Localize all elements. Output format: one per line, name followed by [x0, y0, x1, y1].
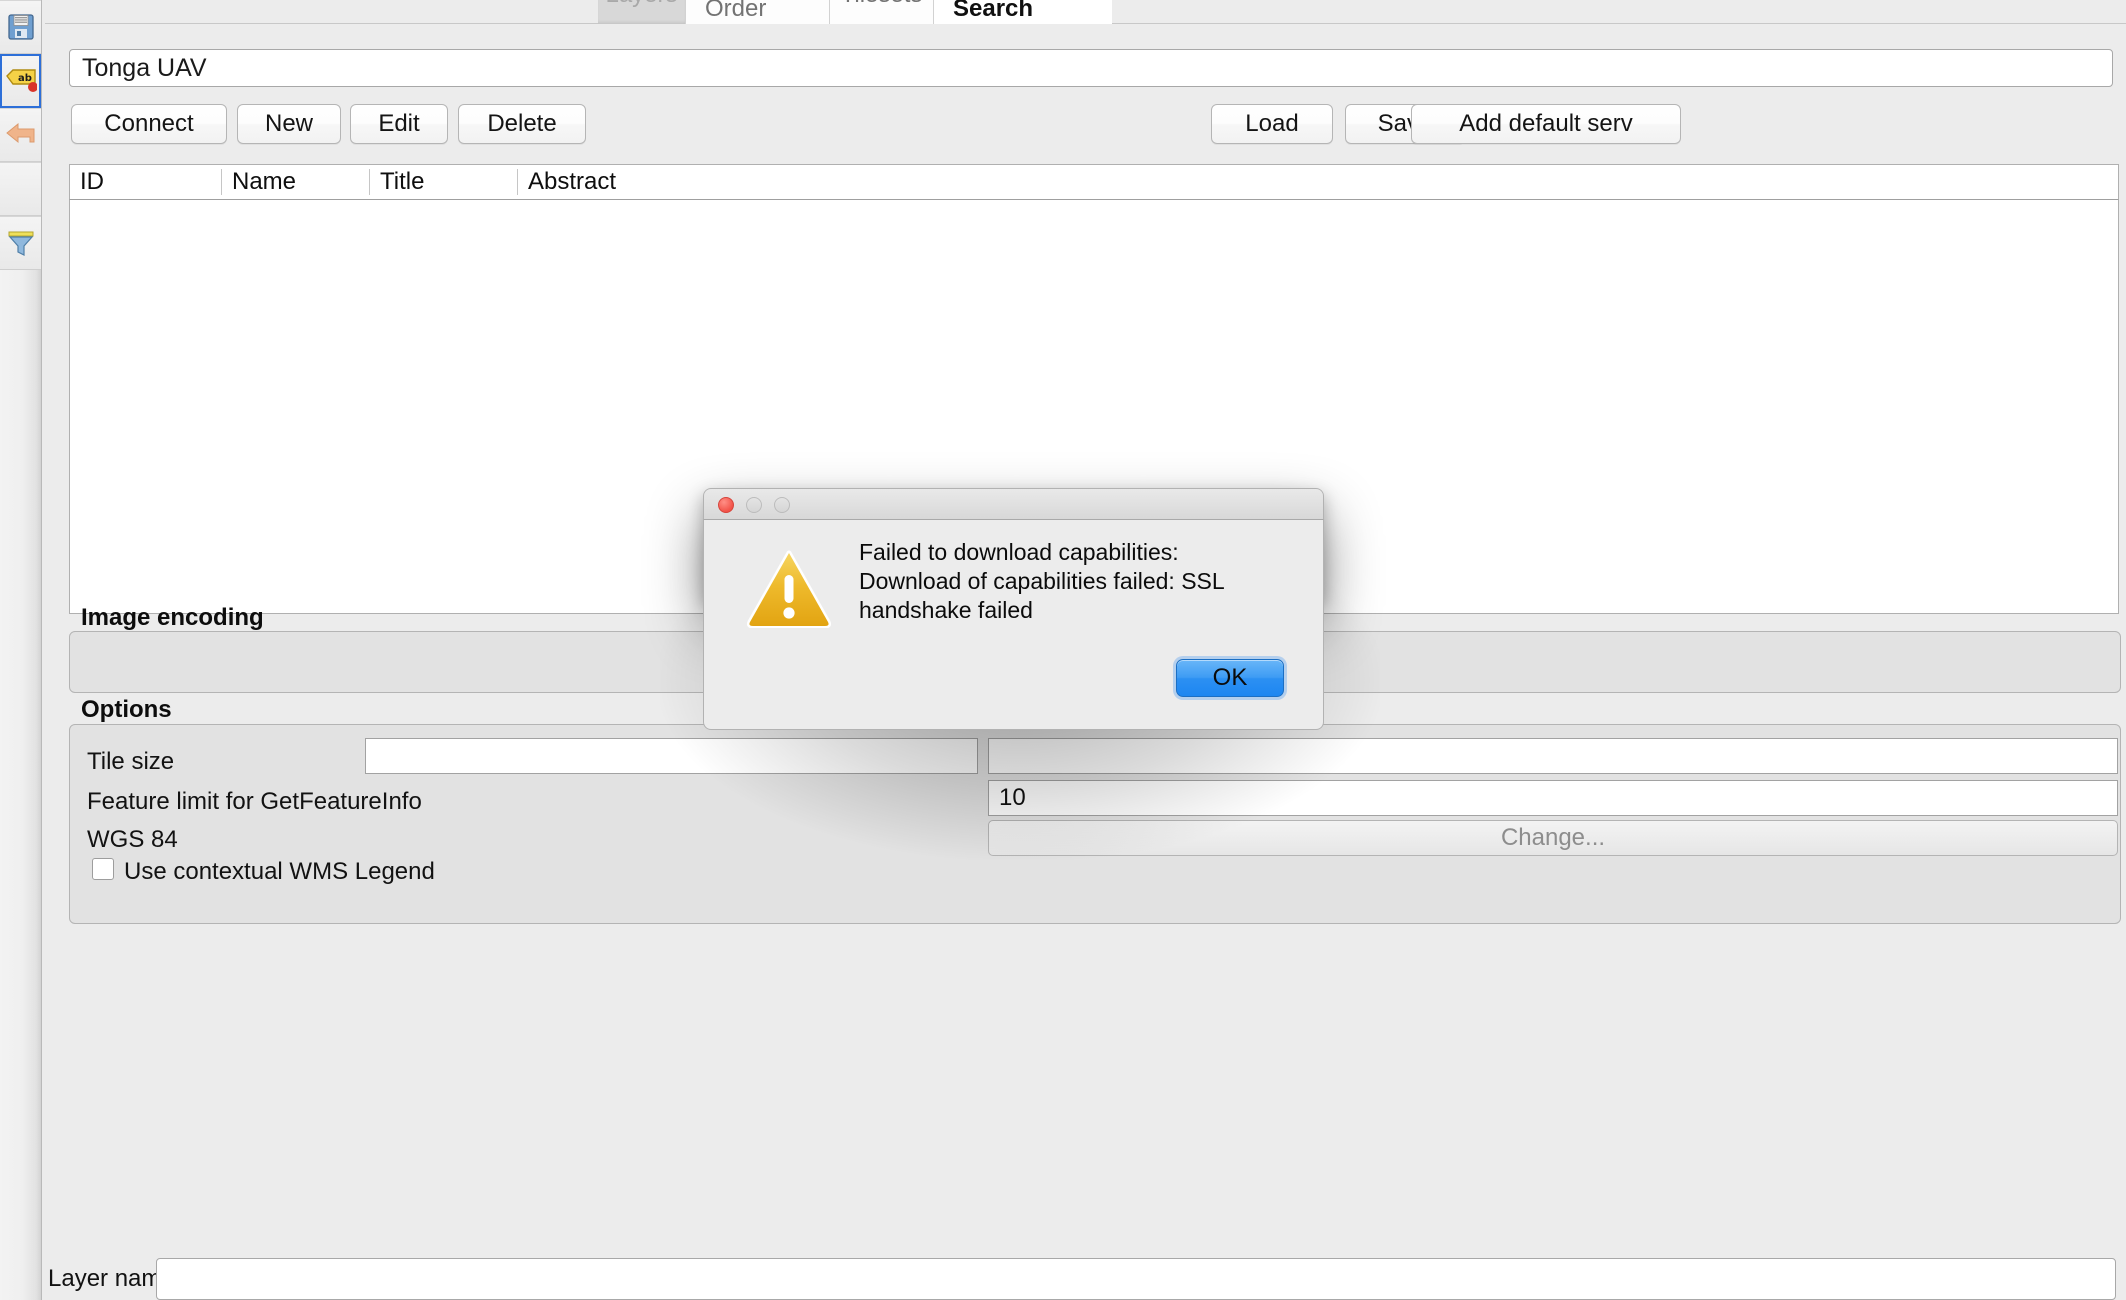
zoom-icon[interactable]	[774, 497, 790, 513]
edit-button[interactable]: Edit	[350, 104, 448, 144]
add-default-servers-label: Add default serv	[1459, 110, 1633, 137]
crs-label: WGS 84	[87, 826, 178, 853]
tab-tilesets[interactable]: Tilesets	[830, 0, 934, 24]
connection-button-row: Connect New Edit Delete Load Save Add de…	[45, 102, 2126, 154]
delete-button-label: Delete	[487, 110, 557, 137]
alert-dialog: Failed to download capabilities: Downloa…	[703, 488, 1324, 730]
tile-size-height-input[interactable]	[988, 738, 2118, 774]
new-button[interactable]: New	[237, 104, 341, 144]
tab-server-search-label: Server Search	[953, 0, 1034, 22]
use-contextual-wms-legend-label: Use contextual WMS Legend	[124, 858, 435, 885]
use-contextual-wms-legend-checkbox[interactable]	[92, 858, 114, 880]
server-results-table-header: ID Name Title Abstract	[69, 164, 2119, 200]
change-crs-button-label: Change...	[1500, 824, 1606, 851]
column-header-id[interactable]: ID	[70, 169, 222, 195]
toolbar-blank-button[interactable]	[0, 162, 41, 216]
feature-limit-input[interactable]: 10	[988, 780, 2118, 816]
svg-text:ab: ab	[18, 73, 32, 84]
tab-layers[interactable]: Layers	[598, 0, 686, 24]
ok-button[interactable]: OK	[1176, 659, 1284, 697]
feature-limit-value: 10	[999, 784, 1026, 811]
load-button-label: Load	[1245, 110, 1299, 137]
tab-server-search[interactable]: Server Search	[934, 0, 1112, 24]
toolbar-filter-button[interactable]	[0, 216, 41, 270]
column-header-title[interactable]: Title	[370, 169, 518, 195]
tile-size-label: Tile size	[87, 748, 175, 775]
warning-triangle-icon	[746, 550, 832, 628]
label-tool-icon: ab	[5, 69, 37, 92]
toolbar-undo-button[interactable]	[0, 108, 41, 162]
change-crs-button[interactable]: Change...	[988, 820, 2118, 856]
toolbar-save-button[interactable]	[0, 0, 41, 54]
alert-titlebar[interactable]	[703, 488, 1324, 520]
tab-layer-order-label: Layer Order	[705, 0, 767, 22]
column-header-name[interactable]: Name	[222, 169, 370, 195]
load-button[interactable]: Load	[1211, 104, 1333, 144]
save-icon	[7, 14, 34, 40]
tab-tilesets-label: Tilesets	[841, 0, 923, 9]
alert-message-line-2: Download of capabilities failed: SSL han…	[859, 568, 1224, 624]
qgis-wms-data-source-window: ab Layers Layer Order	[0, 0, 2126, 1300]
toolbar-label-tool-button[interactable]: ab	[0, 54, 41, 108]
connect-button[interactable]: Connect	[71, 104, 227, 144]
image-encoding-label: Image encoding	[81, 604, 264, 631]
alert-message: Failed to download capabilities: Downloa…	[859, 538, 1289, 626]
delete-button[interactable]: Delete	[458, 104, 586, 144]
left-vertical-toolbar: ab	[0, 0, 42, 1300]
tab-layers-label: Layers	[605, 0, 677, 9]
alert-window: Failed to download capabilities: Downloa…	[703, 488, 1324, 730]
column-header-abstract[interactable]: Abstract	[518, 169, 2118, 195]
connection-name-value: Tonga UAV	[82, 53, 207, 82]
minimize-icon[interactable]	[746, 497, 762, 513]
connect-button-label: Connect	[104, 110, 194, 137]
layer-name-input[interactable]	[156, 1258, 2116, 1300]
tile-size-width-input[interactable]	[365, 738, 978, 774]
filter-funnel-icon	[8, 231, 33, 256]
connection-name-input[interactable]: Tonga UAV	[69, 49, 2113, 87]
edit-button-label: Edit	[378, 110, 420, 137]
feature-limit-label: Feature limit for GetFeatureInfo	[87, 788, 422, 815]
new-button-label: New	[264, 110, 313, 137]
close-icon[interactable]	[718, 497, 734, 513]
alert-body: Failed to download capabilities: Downloa…	[703, 520, 1324, 730]
undo-arrow-icon	[5, 122, 34, 144]
alert-message-line-1: Failed to download capabilities:	[859, 539, 1179, 565]
tab-bar: Layers Layer Order Tilesets Server Searc…	[598, 0, 1112, 24]
ok-button-label: OK	[1212, 664, 1248, 691]
options-label: Options	[81, 696, 172, 723]
tab-layer-order[interactable]: Layer Order	[686, 0, 830, 24]
add-default-servers-button[interactable]: Add default serv	[1411, 104, 1681, 144]
